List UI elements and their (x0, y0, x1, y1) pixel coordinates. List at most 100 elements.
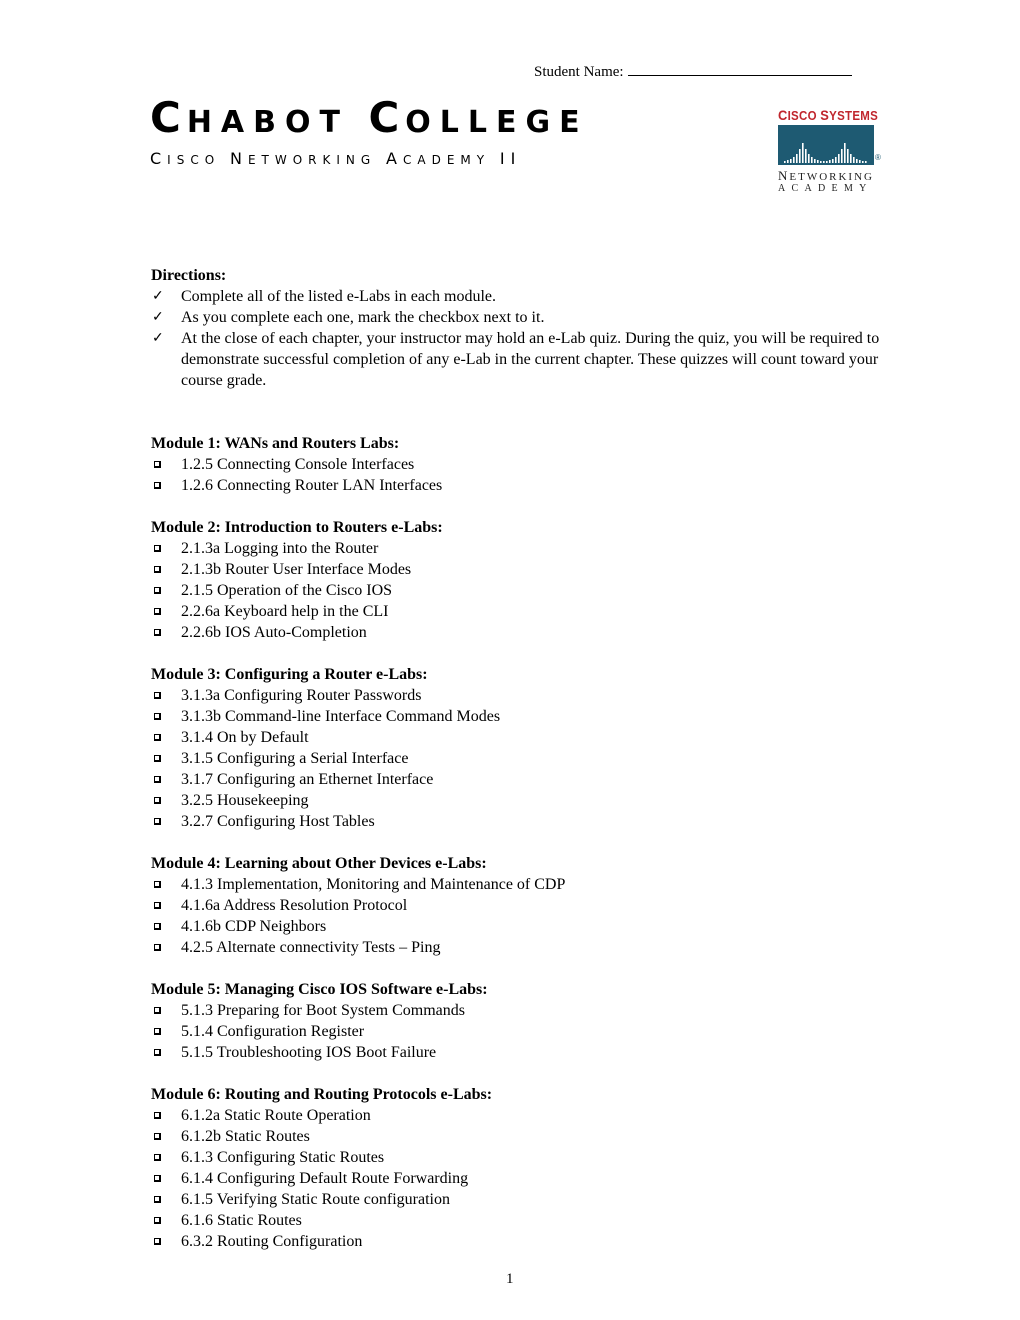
lab-title: 3.1.4 On by Default (181, 729, 309, 746)
lab-title: 3.1.3b Command-line Interface Command Mo… (181, 708, 501, 725)
checkbox-icon[interactable] (154, 1175, 161, 1182)
bridge-bar (793, 157, 795, 163)
directions-section: Directions: ✓ Complete all of the listed … (151, 265, 891, 391)
lab-list: 3.1.3a Configuring Router Passwords 3.1.3… (151, 685, 891, 832)
checkbox-icon[interactable] (154, 776, 161, 783)
lab-item: 3.2.5 Housekeeping (151, 790, 891, 811)
checkbox-icon[interactable] (154, 587, 161, 594)
lab-title: 6.1.5 Verifying Static Route configurati… (181, 1191, 450, 1208)
lab-list: 6.1.2a Static Route Operation 6.1.2b Stat… (151, 1105, 891, 1252)
checkbox-icon[interactable] (154, 1133, 161, 1140)
checkbox-icon[interactable] (154, 692, 161, 699)
bridge-bar (805, 149, 807, 163)
checkbox-icon[interactable] (154, 944, 161, 951)
lab-title: 4.1.6a Address Resolution Protocol (181, 897, 408, 914)
bridge-bar (808, 154, 810, 163)
checkbox-icon[interactable] (154, 608, 161, 615)
logo-bridge-bar (778, 125, 874, 165)
bridge-bar (859, 160, 861, 163)
module-section: Module 6: Routing and Routing Protocols … (151, 1084, 891, 1252)
checkbox-icon[interactable] (154, 1217, 161, 1224)
lab-item: 1.2.5 Connecting Console Interfaces (151, 454, 891, 475)
module-spacer (151, 643, 891, 664)
lab-title: 5.1.4 Configuration Register (181, 1023, 365, 1040)
lab-item: 5.1.5 Troubleshooting IOS Boot Failure (151, 1042, 891, 1063)
modules-container: Module 1: WANs and Routers Labs: 1.2.5 Co… (151, 433, 891, 1252)
lab-title: 6.1.2a Static Route Operation (181, 1107, 371, 1124)
lab-title: 5.1.5 Troubleshooting IOS Boot Failure (181, 1044, 437, 1061)
bridge-bar (862, 161, 864, 163)
bridge-bar (865, 161, 867, 163)
logo-networking-text: NETWORKING (778, 168, 874, 183)
bridge-bar (823, 161, 825, 163)
checkbox-icon[interactable] (154, 902, 161, 909)
checkbox-icon[interactable] (154, 818, 161, 825)
bridge-bar (820, 161, 822, 163)
student-name-blank[interactable] (627, 61, 852, 76)
registered-mark: ® (875, 153, 881, 162)
checkbox-icon[interactable] (154, 566, 161, 573)
checkmark-icon: ✓ (152, 310, 164, 325)
checkbox-icon[interactable] (154, 482, 161, 489)
lab-title: 2.1.3b Router User Interface Modes (181, 561, 412, 578)
lab-title: 3.1.7 Configuring an Ethernet Interface (181, 771, 434, 788)
module-heading: Module 3: Configuring a Router e-Labs: (151, 666, 428, 683)
title-text: HABOT (186, 105, 349, 140)
directions-list: ✓ Complete all of the listed e-Labs in ea… (151, 286, 891, 391)
checkbox-icon[interactable] (154, 461, 161, 468)
checkbox-icon[interactable] (154, 1196, 161, 1203)
module-spacer (151, 832, 891, 853)
checkbox-icon[interactable] (154, 923, 161, 930)
lab-title: 5.1.3 Preparing for Boot System Commands (181, 1002, 465, 1019)
checkbox-icon[interactable] (154, 713, 161, 720)
logo-academy-text: ACADEMY (778, 183, 873, 194)
lab-title: 1.2.5 Connecting Console Interfaces (181, 456, 415, 473)
checkbox-icon[interactable] (154, 629, 161, 636)
checkbox-icon[interactable] (154, 545, 161, 552)
lab-item: 4.2.5 Alternate connectivity Tests – Pin… (151, 937, 891, 958)
bridge-bar (847, 149, 849, 163)
student-name-line: Student Name: (534, 61, 852, 81)
lab-item: 2.1.3a Logging into the Router (151, 538, 891, 559)
lab-title: 6.1.2b Static Routes (181, 1128, 310, 1145)
lab-item: 6.1.2b Static Routes (151, 1126, 891, 1147)
checkbox-icon[interactable] (154, 1028, 161, 1035)
title-cap: C (150, 93, 187, 142)
checkbox-icon[interactable] (154, 1049, 161, 1056)
subtitle-text: ISCO (167, 153, 221, 167)
lab-title: 2.1.3a Logging into the Router (181, 540, 379, 557)
checkbox-icon[interactable] (154, 1007, 161, 1014)
checkbox-icon[interactable] (154, 881, 161, 888)
lab-item: 2.2.6b IOS Auto-Completion (151, 622, 891, 643)
bridge-bar (844, 143, 846, 163)
bridge-bar (826, 161, 828, 163)
lab-title: 2.2.6b IOS Auto-Completion (181, 624, 367, 641)
checkbox-icon[interactable] (154, 1154, 161, 1161)
bridge-bar (853, 157, 855, 163)
checkmark-icon: ✓ (152, 289, 164, 304)
lab-title: 3.1.5 Configuring a Serial Interface (181, 750, 409, 767)
checkbox-icon[interactable] (154, 734, 161, 741)
lab-item: 2.1.5 Operation of the Cisco IOS (151, 580, 891, 601)
lab-title: 3.2.7 Configuring Host Tables (181, 813, 375, 830)
lab-list: 1.2.5 Connecting Console Interfaces 1.2.6… (151, 454, 891, 496)
module-spacer (151, 1063, 891, 1084)
bridge-bar (835, 157, 837, 163)
module-section: Module 2: Introduction to Routers e-Labs… (151, 517, 891, 643)
bridge-bar (817, 160, 819, 163)
lab-item: 3.1.7 Configuring an Ethernet Interface (151, 769, 891, 790)
checkbox-icon[interactable] (154, 1112, 161, 1119)
module-section: Module 4: Learning about Other Devices e… (151, 853, 891, 958)
subtitle-text: CADEMY (402, 153, 491, 167)
bridge-bar (796, 154, 798, 163)
lab-item: 4.1.6b CDP Neighbors (151, 916, 891, 937)
checkbox-icon[interactable] (154, 797, 161, 804)
checkbox-icon[interactable] (154, 755, 161, 762)
checkbox-icon[interactable] (154, 1238, 161, 1245)
lab-item: 3.1.4 On by Default (151, 727, 891, 748)
lab-item: 3.2.7 Configuring Host Tables (151, 811, 891, 832)
lab-item: 2.2.6a Keyboard help in the CLI (151, 601, 891, 622)
bridge-bar (814, 159, 816, 163)
lab-item: 3.1.3a Configuring Router Passwords (151, 685, 891, 706)
bridge-bar (784, 161, 786, 163)
